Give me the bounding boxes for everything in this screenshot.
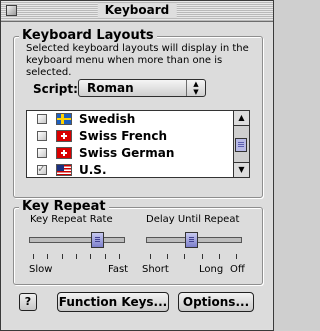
switzerland-flag-icon — [56, 147, 72, 159]
layouts-description: Selected keyboard layouts will display i… — [26, 43, 249, 78]
layout-checkbox[interactable]: ✓ — [37, 162, 47, 175]
slider-tick — [201, 254, 203, 259]
script-label: Script: — [33, 82, 78, 96]
list-item[interactable]: Swedish — [27, 111, 233, 128]
slider-tick — [104, 254, 106, 259]
switzerland-flag-icon — [56, 130, 72, 142]
layout-checkbox[interactable] — [37, 148, 47, 158]
script-popup-value: Roman — [87, 81, 134, 95]
layout-label: Swedish — [79, 112, 136, 126]
options-button[interactable]: Options... — [178, 292, 254, 312]
usa-flag-icon — [56, 164, 72, 176]
window-content: Keyboard Layouts Selected keyboard layou… — [2, 22, 272, 329]
list-scrollbar[interactable]: ▲ ▼ — [233, 111, 249, 177]
rate-slow-label: Slow — [29, 264, 53, 275]
layout-checkbox[interactable] — [37, 114, 47, 124]
list-item[interactable]: Swiss German — [27, 145, 233, 162]
slider-tick — [218, 254, 220, 259]
rate-fast-label: Fast — [108, 264, 129, 275]
layout-label: Swiss French — [79, 129, 167, 143]
slider-tick — [76, 254, 77, 259]
help-button[interactable]: ? — [19, 293, 37, 311]
window-title: Keyboard — [97, 3, 177, 18]
delay-long-label: Long — [199, 264, 224, 275]
rate-slider-track[interactable] — [29, 237, 125, 243]
slider-tick — [167, 254, 169, 259]
checkmark-icon: ✓ — [37, 162, 47, 175]
list-item[interactable]: Swiss French — [27, 128, 233, 145]
help-icon: ? — [24, 295, 32, 308]
function-keys-button[interactable]: Function Keys... — [57, 292, 169, 312]
script-popup[interactable]: Roman ▲ ▼ — [78, 79, 206, 97]
slider-tick — [236, 254, 237, 259]
slider-tick — [119, 254, 120, 259]
key-repeat-rate-label: Key Repeat Rate — [30, 214, 113, 225]
title-bar[interactable]: Keyboard — [1, 1, 273, 22]
close-box[interactable] — [6, 5, 17, 16]
delay-off-label: Off — [230, 264, 245, 275]
scroll-down-icon[interactable]: ▼ — [234, 162, 249, 177]
layout-checkbox[interactable] — [37, 131, 47, 141]
delay-short-label: Short — [142, 264, 169, 275]
slider-tick — [33, 254, 34, 259]
scroll-up-icon[interactable]: ▲ — [234, 111, 249, 126]
slider-tick — [61, 254, 63, 259]
popup-arrows-icon: ▲ ▼ — [186, 80, 205, 96]
rate-slider-thumb[interactable] — [90, 232, 104, 248]
delay-until-repeat-label: Delay Until Repeat — [146, 214, 240, 225]
delay-slider-thumb[interactable] — [185, 232, 199, 248]
slider-tick — [47, 254, 49, 259]
sweden-flag-icon — [56, 113, 72, 125]
keyboard-layouts-title: Keyboard Layouts — [19, 29, 157, 43]
layout-label: Swiss German — [79, 146, 175, 160]
slider-tick — [90, 254, 92, 259]
slider-tick — [184, 254, 186, 259]
list-item[interactable]: ✓ U.S. — [27, 162, 233, 179]
layouts-list[interactable]: Swedish Swiss French Swiss German ✓ U.S.… — [26, 110, 250, 178]
layout-label: U.S. — [79, 163, 107, 177]
key-repeat-title: Key Repeat — [19, 200, 109, 214]
slider-tick — [150, 254, 151, 259]
keyboard-window: Keyboard Keyboard Layouts Selected keybo… — [0, 0, 274, 331]
scroll-thumb[interactable] — [235, 138, 247, 152]
